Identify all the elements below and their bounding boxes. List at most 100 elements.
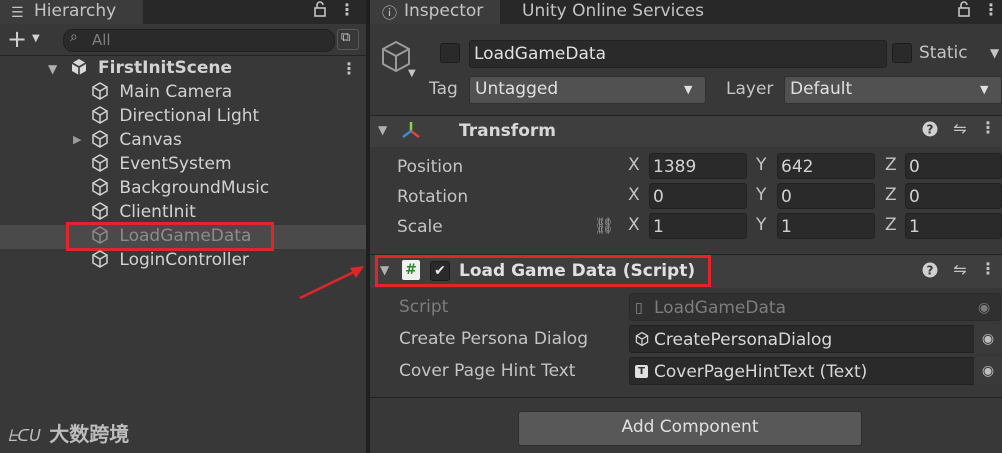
kebab-menu-icon[interactable]: ⋮ (983, 0, 999, 19)
tab-unity-online-services[interactable]: Unity Online Services (522, 0, 704, 24)
rotation-x-field[interactable]: 0 (649, 183, 747, 209)
position-y-label[interactable]: Y (756, 155, 766, 175)
position-y-value: 642 (781, 157, 814, 177)
list-item-label: LoginController (119, 250, 249, 270)
link-constrain-icon[interactable]: ⛓ (594, 216, 614, 235)
scale-label: Scale (397, 217, 443, 237)
rotation-z-field[interactable]: 0 (905, 183, 1002, 209)
tag-label: Tag (429, 79, 458, 99)
scale-y-value: 1 (781, 217, 792, 237)
expand-arrow-icon[interactable]: ▶ (73, 133, 81, 146)
gameobject-cube-icon (90, 81, 110, 101)
scale-z-field[interactable]: 1 (905, 213, 1002, 239)
list-item[interactable]: ClientInit (90, 200, 196, 224)
script-file-icon: ▯ (635, 300, 643, 316)
component-kebab-icon[interactable]: ⋮ (980, 118, 996, 137)
chevron-down-icon[interactable]: ▼ (32, 33, 40, 44)
list-item[interactable]: Canvas (90, 128, 182, 152)
rotation-x-label[interactable]: X (628, 185, 640, 205)
add-icon[interactable]: + (7, 26, 27, 52)
create-persona-value: CreatePersonaDialog (654, 330, 833, 350)
search-placeholder: All (92, 31, 111, 49)
tag-dropdown[interactable]: Untagged ▼ (469, 76, 706, 104)
expand-arrow-icon[interactable]: ▼ (48, 62, 57, 76)
rotation-y-value: 0 (781, 187, 792, 207)
chevron-down-icon: ▼ (980, 83, 989, 96)
text-component-icon: T (635, 365, 648, 378)
rotation-y-label[interactable]: Y (756, 185, 766, 205)
position-z-field[interactable]: 0 (905, 153, 1002, 179)
tab-hierarchy-label: Hierarchy (34, 1, 117, 21)
gameobject-cube-icon (634, 326, 650, 354)
list-item[interactable]: Directional Light (90, 104, 259, 128)
scene-row[interactable]: ▼ FirstInitScene (48, 56, 232, 80)
tab-hierarchy[interactable]: ☰ Hierarchy (0, 0, 143, 24)
scale-y-field[interactable]: 1 (777, 213, 875, 239)
tab-inspector[interactable]: ⓘ Inspector (370, 0, 500, 24)
list-item[interactable]: BackgroundMusic (90, 176, 269, 200)
position-z-value: 0 (909, 157, 920, 177)
gameobject-cube-icon (90, 177, 110, 197)
list-item-label: ClientInit (119, 202, 196, 222)
hierarchy-search-input[interactable]: ⌕ All (63, 29, 335, 52)
list-item[interactable]: Main Camera (90, 80, 232, 104)
collapse-arrow-icon[interactable]: ▼ (378, 123, 387, 137)
script-value: LoadGameData (654, 298, 786, 318)
list-item-label: Canvas (119, 130, 182, 150)
position-y-field[interactable]: 642 (777, 153, 875, 179)
list-item[interactable]: LoginController (90, 248, 249, 272)
static-checkbox[interactable] (892, 43, 912, 63)
list-item[interactable]: EventSystem (90, 152, 232, 176)
transform-axes-icon (400, 120, 422, 147)
scale-y-label[interactable]: Y (756, 215, 766, 235)
gameobject-cube-icon (90, 153, 110, 173)
icon-dropdown-icon[interactable]: ▼ (408, 68, 416, 79)
object-picker-icon[interactable]: ◉ (974, 325, 1002, 353)
search-options-button[interactable]: ⧉ (337, 29, 359, 50)
scene-name: FirstInitScene (98, 58, 232, 78)
object-picker-icon: ◉ (978, 300, 991, 316)
position-x-label[interactable]: X (628, 155, 640, 175)
transform-title: Transform (459, 121, 556, 141)
preset-sliders-icon[interactable]: ⇋ (950, 119, 970, 138)
help-icon[interactable]: ? (920, 121, 940, 141)
help-icon[interactable]: ? (920, 262, 940, 282)
position-z-label[interactable]: Z (885, 155, 897, 175)
kebab-menu-icon[interactable]: ⋮ (339, 0, 355, 19)
object-picker-icon[interactable]: ◉ (974, 357, 1002, 385)
cover-hint-label: Cover Page Hint Text (399, 361, 576, 381)
position-x-field[interactable]: 1389 (649, 153, 747, 179)
scene-kebab-icon[interactable]: ⋮ (341, 59, 357, 78)
layer-dropdown[interactable]: Default ▼ (784, 76, 1002, 104)
lock-icon[interactable] (311, 1, 329, 21)
tag-value: Untagged (475, 79, 559, 99)
scale-x-label[interactable]: X (628, 215, 640, 235)
script-label: Script (399, 297, 449, 317)
rotation-y-field[interactable]: 0 (777, 183, 875, 209)
scene-search-icon: ⧉ (341, 30, 351, 45)
lock-icon[interactable] (955, 1, 973, 21)
rotation-z-label[interactable]: Z (885, 185, 897, 205)
list-item-label: EventSystem (119, 154, 232, 174)
create-persona-label: Create Persona Dialog (399, 329, 588, 349)
static-dropdown-icon[interactable]: ▼ (990, 46, 999, 60)
svg-text:?: ? (927, 264, 934, 278)
hierarchy-panel: ☰ Hierarchy ⋮ + ▼ ⌕ All ⧉ ▼ FirstInitSce… (0, 0, 368, 453)
watermark: ᖶᑕᑌ 大数跨境 (8, 418, 129, 447)
list-item-label: BackgroundMusic (119, 178, 270, 198)
static-label: Static (919, 43, 968, 63)
search-icon: ⌕ (70, 29, 78, 45)
add-component-label: Add Component (621, 417, 759, 437)
create-persona-field[interactable]: CreatePersonaDialog ◉ (629, 325, 1002, 354)
preset-sliders-icon[interactable]: ⇋ (950, 260, 970, 279)
tab-services-label: Unity Online Services (522, 1, 704, 21)
scale-x-field[interactable]: 1 (649, 213, 747, 239)
active-checkbox[interactable] (440, 43, 460, 63)
add-component-button[interactable]: Add Component (518, 411, 862, 446)
cover-hint-field[interactable]: T CoverPageHintText (Text) ◉ (629, 357, 1002, 385)
scale-x-value: 1 (653, 217, 664, 237)
component-kebab-icon[interactable]: ⋮ (980, 259, 996, 278)
scale-z-label[interactable]: Z (885, 215, 897, 235)
object-name-field[interactable]: LoadGameData (469, 40, 887, 68)
layer-label: Layer (726, 79, 774, 99)
